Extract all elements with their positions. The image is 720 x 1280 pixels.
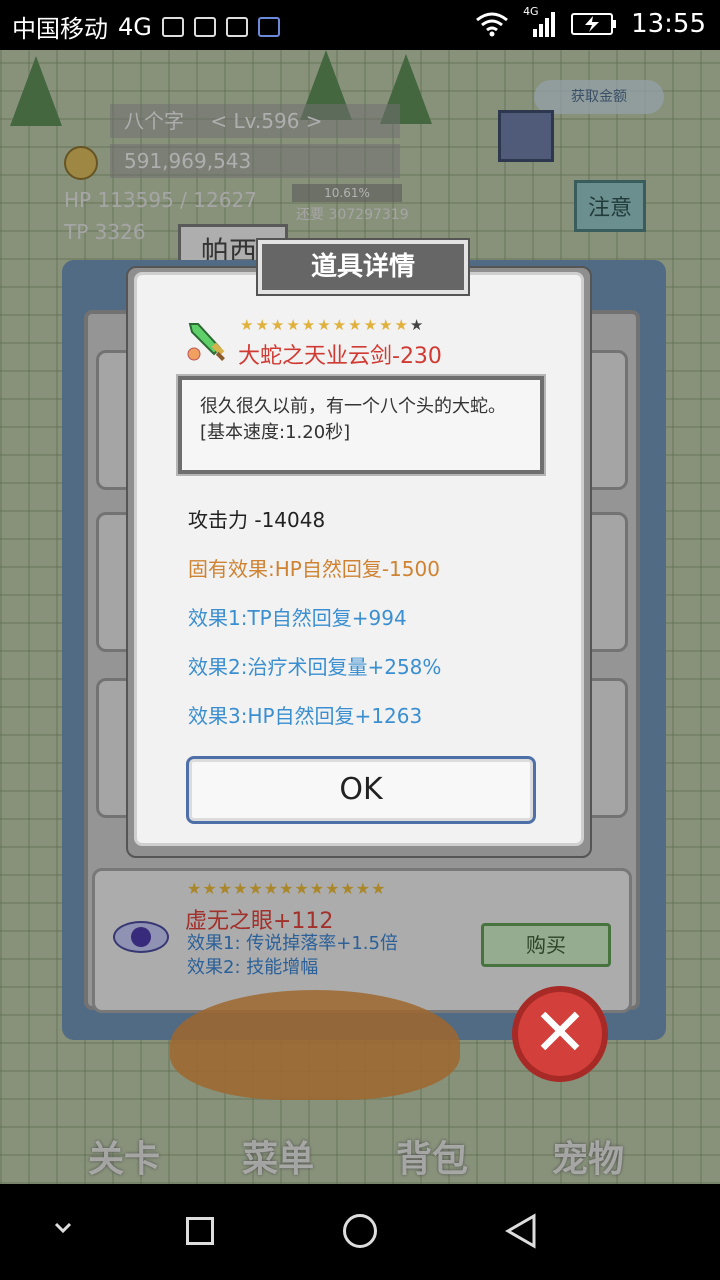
status-right: 4G 13:55 — [475, 5, 706, 39]
stars-filled: ★★★★★★★★★★★ — [240, 316, 410, 334]
carrier-label: 中国移动 — [12, 15, 108, 43]
status-bar: 中国移动 4G 4G 13:55 — [0, 0, 720, 50]
chat-icon — [225, 16, 248, 37]
wifi-icon — [476, 12, 508, 37]
signal-icon: 4G — [523, 5, 557, 37]
back-icon[interactable] — [504, 1213, 540, 1249]
item-rarity-stars: ★★★★★★★★★★★★ — [240, 316, 425, 334]
effect-3: 效果3:HP自然回复+1263 — [188, 704, 423, 728]
status-left: 中国移动 4G — [12, 9, 280, 44]
base-speed: [基本速度:1.20秒] — [200, 422, 351, 443]
net-small-label: 4G — [523, 5, 539, 18]
effect-1: 效果1:TP自然回复+994 — [188, 606, 407, 630]
keyboard-icon — [161, 16, 184, 37]
effect-2: 效果2:治疗术回复量+258% — [188, 655, 442, 679]
description-text: 很久很久以前，有一个八个头的大蛇。 — [200, 396, 506, 417]
sim-icon — [257, 16, 280, 37]
dialog-title: 道具详情 — [256, 238, 470, 296]
recents-icon[interactable] — [186, 1217, 214, 1245]
chevron-down-icon[interactable] — [48, 1212, 78, 1242]
attack-stat: 攻击力 -14048 — [188, 508, 326, 532]
stars-empty: ★ — [409, 316, 426, 334]
sword-icon — [187, 323, 225, 361]
item-description: 很久很久以前，有一个八个头的大蛇。 [基本速度:1.20秒] — [176, 374, 546, 476]
item-name: 大蛇之天业云剑-230 — [238, 344, 442, 369]
network-label: 4G — [118, 12, 152, 41]
fixed-effect: 固有效果:HP自然回复-1500 — [188, 557, 440, 581]
home-icon[interactable] — [343, 1214, 377, 1248]
ok-button[interactable]: OK — [186, 756, 536, 824]
image-icon — [193, 16, 216, 37]
clock: 13:55 — [631, 9, 706, 39]
battery-charging-icon — [571, 13, 617, 35]
close-button[interactable]: ✕ — [512, 986, 608, 1082]
